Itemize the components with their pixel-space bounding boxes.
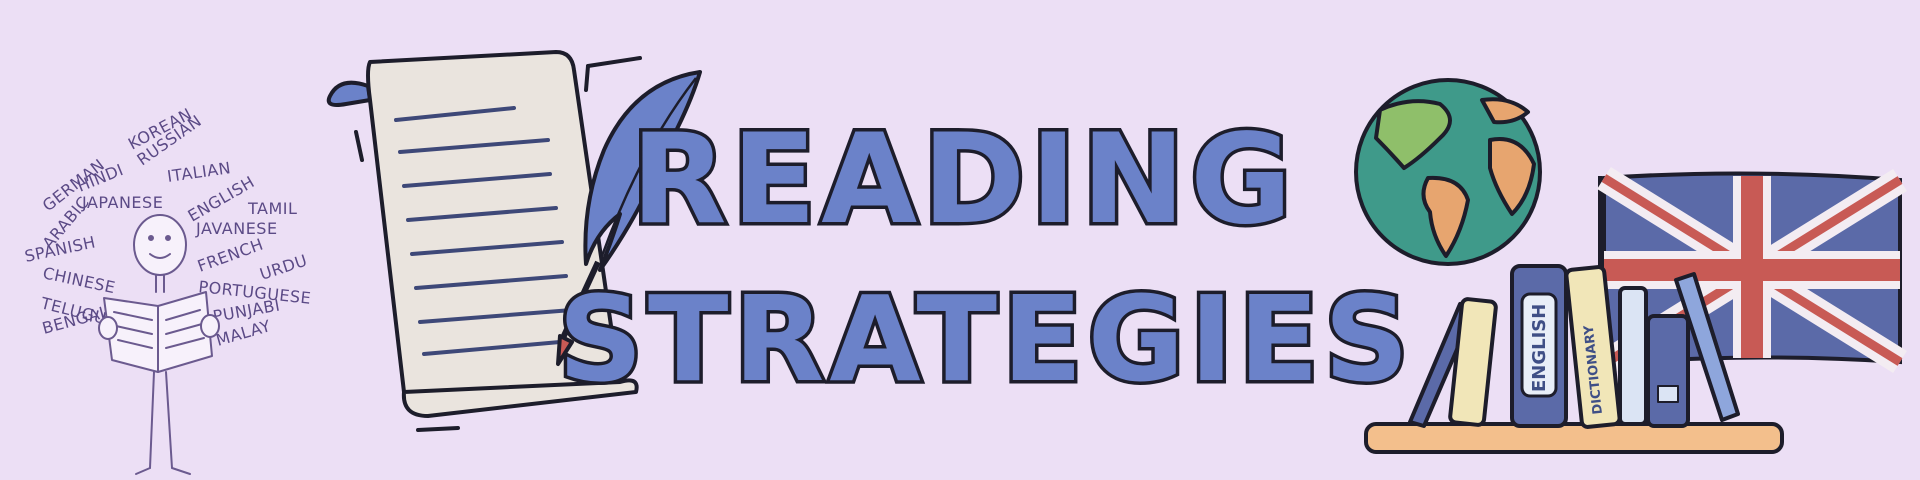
reading-strategies-banner: KOREAN GERMAN HINDI RUSSIAN ITALIAN JAPA… [0,0,1920,480]
globe-icon [1354,78,1542,266]
english-book-label: ENGLISH [1529,304,1550,392]
world-languages-illustration: ENGLISH DICTIONARY [1354,78,1907,454]
